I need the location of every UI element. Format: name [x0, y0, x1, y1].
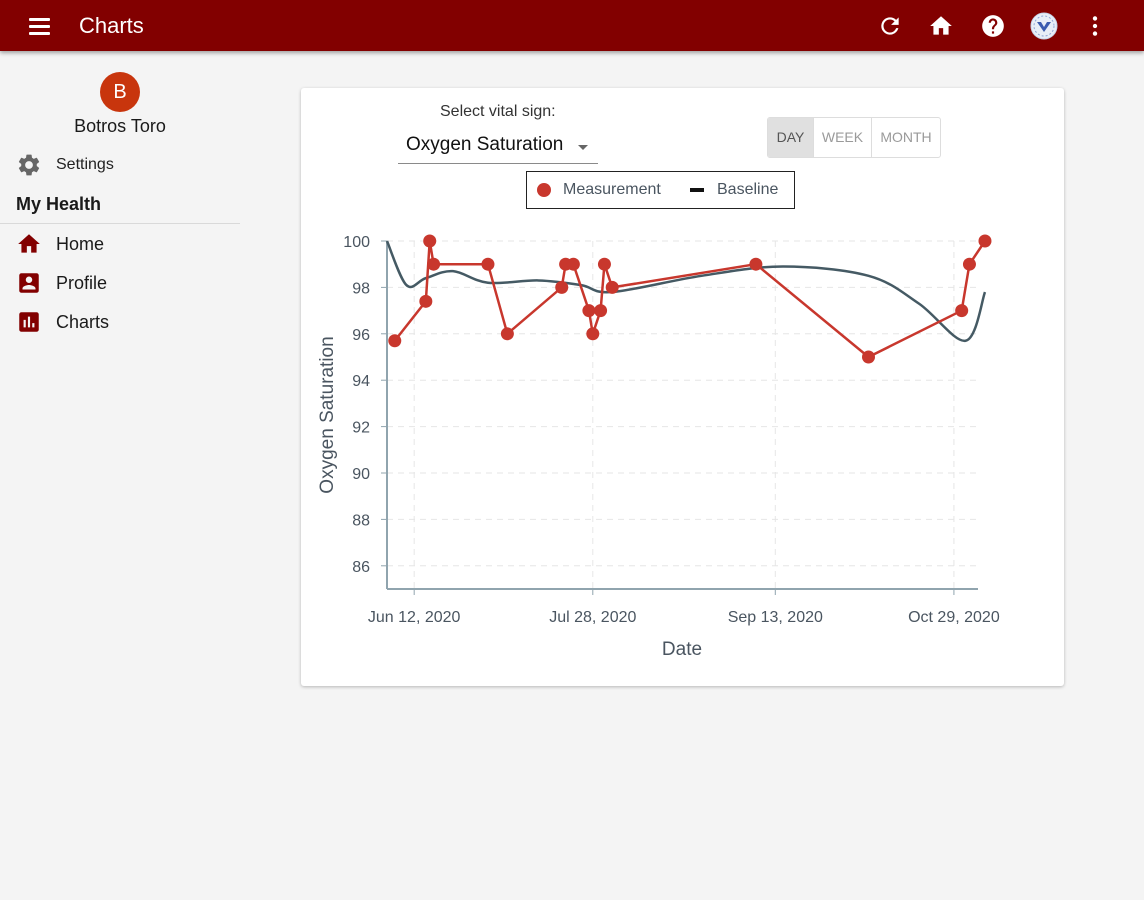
range-toggle: DAY WEEK MONTH	[767, 117, 941, 158]
more-vert-icon[interactable]	[1082, 13, 1108, 39]
select-label: Select vital sign:	[440, 103, 556, 120]
range-day-button[interactable]: DAY	[768, 118, 813, 157]
settings-label: Settings	[56, 156, 114, 173]
sidebar-item-home[interactable]: Home	[16, 231, 104, 257]
sidebar-item-label: Profile	[56, 272, 108, 293]
home-icon	[16, 231, 42, 257]
app-title: Charts	[79, 13, 144, 38]
app-logo-icon[interactable]	[1030, 12, 1058, 40]
app-bar: Charts	[0, 0, 1144, 51]
profile-icon	[16, 270, 42, 296]
settings-link[interactable]: Settings	[16, 152, 114, 178]
sidebar-item-profile[interactable]: Profile	[16, 270, 107, 296]
help-icon[interactable]	[980, 13, 1006, 39]
legend-baseline-label: Baseline	[717, 181, 779, 198]
user-name: Botros Toro	[74, 116, 166, 136]
avatar[interactable]: B	[100, 72, 140, 112]
sidebar: B Botros Toro Settings My Health Home Pr…	[0, 51, 240, 900]
legend-measurement-label: Measurement	[563, 181, 661, 198]
sidebar-item-label: Charts	[56, 311, 110, 332]
chevron-down-icon	[578, 145, 588, 150]
home-icon[interactable]	[928, 13, 954, 39]
divider	[0, 223, 240, 224]
menu-icon[interactable]	[26, 14, 54, 38]
sidebar-item-label: Home	[56, 233, 105, 254]
legend-baseline-marker	[690, 188, 704, 192]
chart-icon	[16, 309, 42, 335]
refresh-icon[interactable]	[877, 13, 903, 39]
range-week-button[interactable]: WEEK	[813, 118, 871, 157]
vital-sign-select[interactable]: Oxygen Saturation	[398, 128, 598, 164]
legend-measurement-marker	[537, 183, 551, 197]
selected-vital: Oxygen Saturation	[406, 134, 564, 155]
chart-legend: Measurement Baseline	[526, 171, 795, 209]
range-month-button[interactable]: MONTH	[871, 118, 940, 157]
section-title: My Health	[16, 194, 102, 214]
gear-icon	[16, 152, 42, 178]
sidebar-item-charts[interactable]: Charts	[16, 309, 109, 335]
